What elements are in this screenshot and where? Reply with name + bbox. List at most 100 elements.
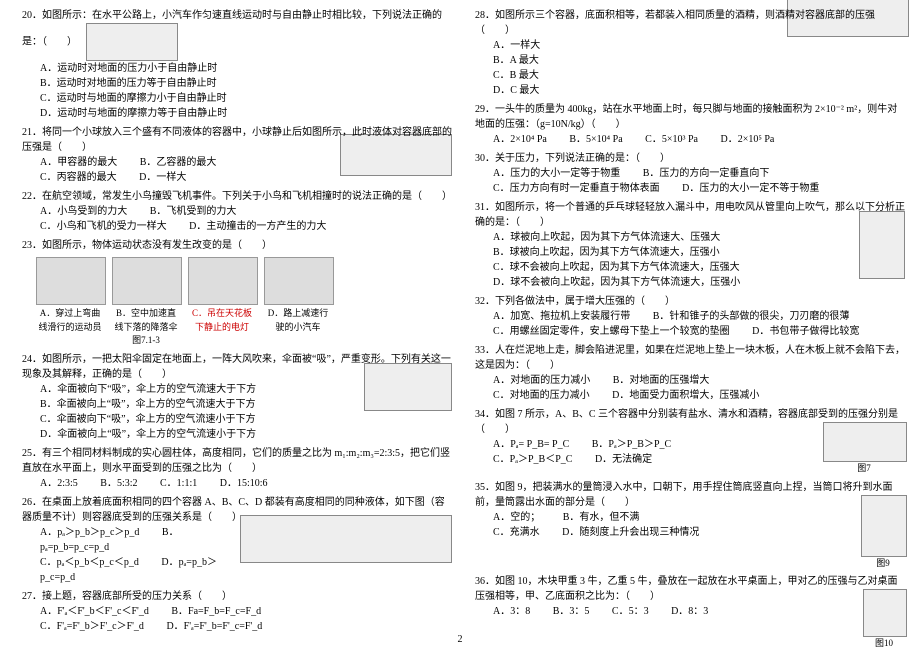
question-22: 22．在航空领域，常发生小鸟撞毁飞机事件。下列关于小鸟和飞机相撞时的说法正确的是… (22, 189, 452, 234)
q25-opt-d: D．15:10:6 (220, 478, 268, 489)
q27-opt-d: D．F'ₐ=F'_b=F'_c=F'_d (166, 621, 262, 632)
question-30: 30．关于压力，下列说法正确的是：（ ） A．压力的大小一定等于物重 B．压力的… (475, 151, 905, 196)
q30-opt-b: B．压力的方向一定垂直向下 (643, 168, 770, 179)
question-33: 33．人在烂泥地上走，脚会陷进泥里，如果在烂泥地上垫上一块木板，人在木板上就不会… (475, 343, 905, 403)
q29-opt-c: C．5×10³ Pa (645, 134, 698, 145)
q34-opt-d: D．无法确定 (595, 454, 652, 465)
q24-opt-d: D．伞面被向上“吸”，伞上方的空气流速小于下方 (40, 427, 452, 442)
q31-opt-b: B．球被向上吹起，因为其下方气体流速大，压强小 (493, 245, 905, 260)
q25-opt-b: B．5:3:2 (100, 478, 137, 489)
q20-opt-a: A．运动时对地面的压力小于自由静止时 (40, 61, 452, 76)
question-34: 34．如图 7 所示，A、B、C 三个容器中分别装有盐水、清水和酒精，容器底部受… (475, 407, 905, 476)
q35-stem: 35．如图 9，把装满水的量筒浸入水中，口朝下，用手捏住筒底竖直向上捏，当筒口将… (475, 482, 893, 508)
figure-7-image (823, 422, 907, 462)
umbrella-image (364, 363, 452, 411)
figure-9-image (861, 495, 907, 557)
q26-opt-a: A．pₐ＞p_b＞p_c＞p_d (40, 527, 139, 538)
q33-opt-a: A．对地面的压力减小 (493, 375, 590, 386)
q23-img-b: B．空中加速直线下落的降落伞 图7.1-3 (112, 257, 180, 348)
question-36: 36．如图 10，木块甲重 3 牛，乙重 5 牛，叠放在一起放在水平桌面上，甲对… (475, 574, 905, 651)
q27-opt-a: A．F'ₐ＜F'_b＜F'_c＜F'_d (40, 606, 149, 617)
q31-opt-d: D．球不会被向上吹起，因为其下方气体流速大，压强小 (493, 275, 905, 290)
q36-opt-a: A．3：8 (493, 606, 530, 617)
q24-opt-c: C．伞面被向下“吸”，伞上方的空气流速小于下方 (40, 412, 452, 427)
figure-7-label: 图7 (823, 462, 905, 476)
q21-opt-a: A．甲容器的最大 (40, 157, 117, 168)
question-23: 23．如图所示，物体运动状态没有发生改变的是（ ） A．穿过上弯曲线滑行的运动员… (22, 238, 452, 348)
question-27: 27．接上题，容器底部所受的压力关系（ ） A．F'ₐ＜F'_b＜F'_c＜F'… (22, 589, 452, 634)
question-20: 20．如图所示：在水平公路上，小汽车作匀速直线运动时与自由静止时相比较，下列说法… (22, 8, 452, 121)
q31-opt-c: C．球不会被向上吹起，因为其下方气体流速大，压强大 (493, 260, 905, 275)
figure-10-image (863, 589, 907, 637)
q32-stem: 32．下列各做法中，属于增大压强的（ ） (475, 294, 905, 309)
q35-opt-a: A．空的； (493, 512, 540, 523)
q31-opt-a: A．球被向上吹起，因为其下方气体流速大、压强大 (493, 230, 905, 245)
q20-opt-b: B．运动时对地面的压力等于自由静止时 (40, 76, 452, 91)
q30-stem: 30．关于压力，下列说法正确的是：（ ） (475, 151, 905, 166)
q34-opt-a: A．Pₐ= P_B= P_C (493, 439, 569, 450)
q23-img-d: D．路上减速行驶的小汽车 (264, 257, 332, 348)
funnel-image (859, 211, 905, 279)
q35-opt-d: D．随刻度上升会出现三种情况 (562, 527, 699, 538)
q29-opt-b: B．5×10⁴ Pa (569, 134, 622, 145)
q33-opt-d: D．地面受力面积增大，压强减小 (612, 390, 759, 401)
q25-opt-a: A．2:3:5 (40, 478, 78, 489)
q32-opt-b: B．针和锥子的头部做的很尖，刀刃磨的很薄 (653, 311, 850, 322)
q20-opt-c: C．运动时与地面的摩擦力小于自由静止时 (40, 91, 452, 106)
q34-opt-b: B．Pₐ＞P_B＞P_C (592, 439, 671, 450)
q20-opt-d: D．运动时与地面的摩擦力等于自由静止时 (40, 106, 452, 121)
q29-opt-a: A．2×10⁴ Pa (493, 134, 547, 145)
q36-opt-d: D．8：3 (671, 606, 708, 617)
q21-opt-b: B．乙容器的最大 (140, 157, 217, 168)
q28-opt-d: D．C 最大 (493, 83, 905, 98)
question-35: 35．如图 9，把装满水的量筒浸入水中，口朝下，用手捏住筒底竖直向上捏，当筒口将… (475, 480, 905, 571)
q22-opt-a: A．小鸟受到的力大 (40, 206, 127, 217)
q36-stem: 36．如图 10，木块甲重 3 牛，乙重 5 牛，叠放在一起放在水平桌面上，甲对… (475, 576, 898, 602)
q35-opt-c: C．充满水 (493, 527, 540, 538)
q36-opt-b: B．3：5 (553, 606, 590, 617)
three-cups-image (340, 134, 452, 176)
q28-opt-c: C．B 最大 (493, 68, 905, 83)
q25-opt-c: C．1:1:1 (160, 478, 197, 489)
q21-opt-c: C．丙容器的最大 (40, 172, 117, 183)
q32-opt-d: D．书包带子做得比较宽 (752, 326, 859, 337)
q22-stem: 22．在航空领域，常发生小鸟撞毁飞机事件。下列关于小鸟和飞机相撞时的说法正确的是… (22, 189, 452, 204)
q33-opt-c: C．对地面的压力减小 (493, 390, 590, 401)
q29-stem: 29．一头牛的质量为 400kg，站在水平地面上时，每只脚与地面的接触面积为 2… (475, 102, 905, 132)
question-32: 32．下列各做法中，属于增大压强的（ ） A．加宽、拖拉机上安装履行带 B．针和… (475, 294, 905, 339)
q23-image-row: A．穿过上弯曲线滑行的运动员 B．空中加速直线下落的降落伞 图7.1-3 C．吊… (36, 257, 452, 348)
q22-opt-c: C．小鸟和飞机的受力一样大 (40, 221, 167, 232)
q36-opt-c: C．5：3 (612, 606, 649, 617)
four-beakers-image (240, 515, 452, 563)
q30-opt-a: A．压力的大小一定等于物重 (493, 168, 620, 179)
question-24: 24．如图所示，一把太阳伞固定在地面上，一阵大风吹来，伞面被“吸”，严重变形。下… (22, 352, 452, 442)
q33-stem: 33．人在烂泥地上走，脚会陷进泥里，如果在烂泥地上垫上一块木板，人在木板上就不会… (475, 343, 905, 373)
q25-stem: 25．有三个相同材料制成的实心圆柱体，高度相同，它们的质量之比为 m₁:m₂:m… (22, 446, 452, 476)
q27-opt-c: C．F'ₐ=F'_b＞F'_c＞F'_d (40, 621, 144, 632)
question-28: 28．如图所示三个容器，底面积相等，若都装入相同质量的酒精，则酒精对容器底部的压… (475, 8, 905, 98)
q22-opt-b: B．飞机受到的力大 (150, 206, 237, 217)
q23-img-a: A．穿过上弯曲线滑行的运动员 (36, 257, 104, 348)
q27-opt-b: B．Fa=F_b=F_c=F_d (171, 606, 261, 617)
q33-opt-b: B．对地面的压强增大 (613, 375, 710, 386)
q34-opt-c: C．Pₐ＞P_B＜P_C (493, 454, 572, 465)
q31-stem: 31．如图所示，将一个普通的乒乓球轻轻放入漏斗中，用电吹风从管里向上吹气，那么以… (475, 202, 905, 228)
q28-opt-a: A．一样大 (493, 38, 905, 53)
q23-stem: 23．如图所示，物体运动状态没有发生改变的是（ ） (22, 238, 452, 253)
page-number: 2 (458, 632, 463, 647)
question-26: 26．在桌面上放着底面积相同的四个容器 A、B、C、D 都装有高度相同的同种液体… (22, 495, 452, 585)
q35-opt-b: B．有水，但不满 (563, 512, 640, 523)
q26-opt-c: C．pₐ＜p_b＜p_c＜p_d (40, 557, 139, 568)
question-29: 29．一头牛的质量为 400kg，站在水平地面上时，每只脚与地面的接触面积为 2… (475, 102, 905, 147)
q29-opt-d: D．2×10⁵ Pa (720, 134, 774, 145)
q32-opt-a: A．加宽、拖拉机上安装履行带 (493, 311, 630, 322)
figure-9-label: 图9 (861, 557, 905, 571)
figure-10-label: 图10 (863, 637, 905, 651)
q32-opt-c: C．用螺丝固定零件，安上螺母下垫上一个较宽的垫圈 (493, 326, 730, 337)
question-21: 21．将同一个小球放入三个盛有不同液体的容器中，小球静止后如图所示，此时液体对容… (22, 125, 452, 185)
q30-opt-c: C．压力方向有时一定垂直于物体表面 (493, 183, 660, 194)
q28-opt-b: B．A 最大 (493, 53, 905, 68)
question-31: 31．如图所示，将一个普通的乒乓球轻轻放入漏斗中，用电吹风从管里向上吹气，那么以… (475, 200, 905, 290)
q27-stem: 27．接上题，容器底部所受的压力关系（ ） (22, 589, 452, 604)
q21-opt-d: D．一样大 (139, 172, 186, 183)
